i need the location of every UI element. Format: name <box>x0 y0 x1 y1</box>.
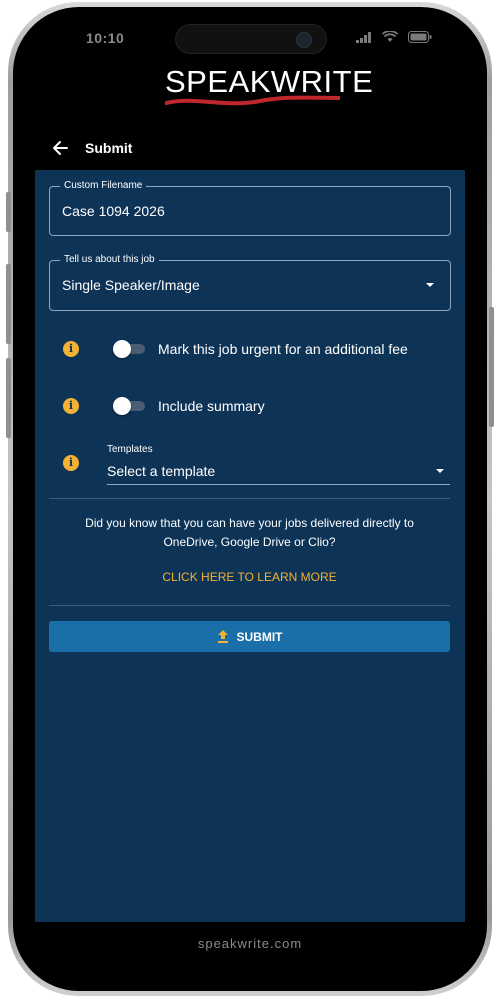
wifi-icon <box>382 31 398 42</box>
caret-down-icon <box>426 283 434 287</box>
volume-down-button <box>6 358 11 438</box>
logo-swoosh <box>165 95 340 106</box>
page-title: Submit <box>85 140 133 156</box>
arrow-left-icon <box>53 141 68 155</box>
job-type-value: Single Speaker/Image <box>62 277 200 293</box>
divider <box>49 605 450 606</box>
submit-label: SUBMIT <box>236 629 283 644</box>
promo-line-1: Did you know that you can have your jobs… <box>85 516 414 530</box>
back-button[interactable] <box>35 126 85 170</box>
urgent-toggle-label: Mark this job urgent for an additional f… <box>158 341 408 357</box>
website-url: speakwrite.com <box>197 936 303 951</box>
summary-toggle-label: Include summary <box>158 398 265 414</box>
status-icons <box>356 31 432 43</box>
summary-info-icon[interactable]: i <box>63 398 79 414</box>
templates-select[interactable]: Select a template <box>107 458 450 485</box>
power-button <box>489 307 494 427</box>
integration-promo: Did you know that you can have your jobs… <box>49 514 450 552</box>
learn-more-link[interactable]: CLICK HERE TO LEARN MORE <box>49 570 450 584</box>
templates-value: Select a template <box>107 463 216 479</box>
divider <box>49 498 450 499</box>
urgent-toggle[interactable] <box>113 340 147 358</box>
action-button <box>6 192 11 232</box>
toggle-knob <box>113 340 131 358</box>
battery-icon <box>408 31 432 43</box>
app-screen: Submit Custom Filename Case 1094 2026 Te… <box>35 126 465 922</box>
custom-filename-field[interactable]: Custom Filename Case 1094 2026 <box>49 179 451 236</box>
upload-icon <box>217 630 228 643</box>
templates-info-icon[interactable]: i <box>63 455 79 471</box>
submit-button[interactable]: SUBMIT <box>49 621 450 652</box>
promo-line-2: OneDrive, Google Drive or Clio? <box>163 535 336 549</box>
custom-filename-value: Case 1094 2026 <box>62 203 165 219</box>
summary-toggle[interactable] <box>113 397 147 415</box>
toggle-knob <box>113 397 131 415</box>
status-time: 10:10 <box>86 30 125 46</box>
signal-icon <box>356 31 371 43</box>
templates-label: Templates <box>107 444 153 455</box>
camera-icon <box>296 32 312 48</box>
dynamic-island <box>175 24 327 54</box>
volume-up-button <box>6 264 11 344</box>
custom-filename-label: Custom Filename <box>60 179 147 193</box>
speakwrite-logo: SPEAKWRITE <box>165 66 373 114</box>
job-type-label: Tell us about this job <box>60 253 159 267</box>
urgent-info-icon[interactable]: i <box>63 341 79 357</box>
caret-down-icon <box>436 469 444 473</box>
job-type-select[interactable]: Tell us about this job Single Speaker/Im… <box>49 253 451 311</box>
app-bar: Submit <box>35 126 465 170</box>
